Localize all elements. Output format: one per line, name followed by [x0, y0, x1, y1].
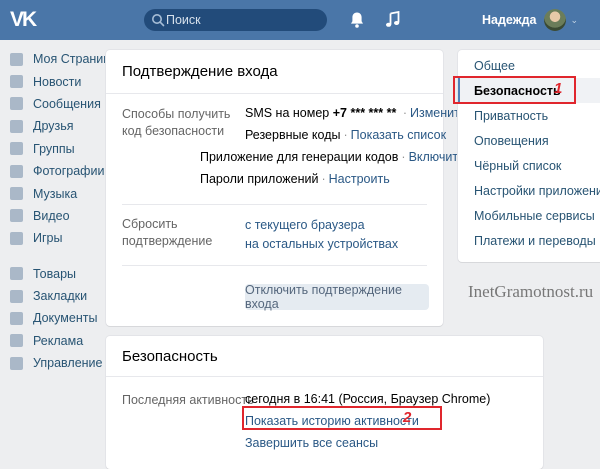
- passwords-text: Пароли приложений: [200, 172, 319, 186]
- annotation-number-2: 2: [403, 409, 412, 426]
- show-list-link[interactable]: Показать список: [351, 128, 446, 142]
- nav-item-messages[interactable]: Сообщения: [10, 93, 101, 115]
- last-activity-value: сегодня в 16:41 (Россия, Браузер Chrome): [245, 392, 491, 406]
- sms-text: SMS на номер: [245, 106, 330, 120]
- documents-icon: [10, 311, 23, 325]
- nav-item-label: Моя Страница: [33, 52, 118, 67]
- nav-item-bookmarks[interactable]: Закладки: [10, 285, 100, 307]
- nav-separator: [10, 250, 100, 263]
- end-all-sessions-link[interactable]: Завершить все сеансы: [245, 436, 378, 450]
- last-activity-label: Последняя активность: [122, 393, 254, 407]
- methods-label: Способы получить код безопасности: [122, 107, 231, 138]
- divider: [122, 204, 427, 205]
- nav-item-games[interactable]: Игры: [10, 227, 100, 249]
- dot-separator: ·: [343, 128, 348, 142]
- enable-link[interactable]: Включить: [409, 150, 465, 164]
- code-app-row: Приложение для генерации кодов · Включить: [200, 150, 465, 164]
- menu-item-payments[interactable]: Платежи и переводы: [458, 228, 600, 253]
- nav-item-label: Сообщения: [33, 96, 101, 111]
- goods-icon: [10, 267, 23, 281]
- music-icon[interactable]: [385, 11, 401, 29]
- dot-separator: ·: [321, 172, 326, 186]
- nav-item-news[interactable]: Новости: [10, 70, 100, 92]
- nav-item-label: Друзья: [33, 119, 74, 134]
- divider: [106, 376, 543, 377]
- nav-item-label: Документы: [33, 311, 98, 326]
- divider: [122, 265, 427, 266]
- messages-icon: [10, 97, 23, 111]
- section-title: Подтверждение входа: [122, 63, 278, 80]
- divider: [106, 93, 443, 94]
- annotation-box-history-link: [242, 406, 442, 430]
- reset-label: Сбросить подтверждение: [122, 217, 213, 248]
- nav-item-ads[interactable]: Реклама: [10, 330, 100, 352]
- nav-item-groups[interactable]: Группы: [10, 138, 100, 160]
- reset-devices-link[interactable]: на остальных устройствах: [245, 237, 398, 251]
- news-icon: [10, 75, 23, 89]
- security-card: Безопасность Последняя активность сегодн…: [106, 336, 543, 469]
- nav-item-video[interactable]: Видео: [10, 205, 100, 227]
- nav-item-friends[interactable]: Друзья: [10, 115, 100, 137]
- nav-item-label: Закладки: [33, 289, 88, 304]
- avatar: [544, 9, 567, 31]
- dot-separator: ·: [401, 150, 406, 164]
- user-menu[interactable]: Надежда ⌄: [482, 0, 578, 40]
- nav-item-manage[interactable]: Управление: [10, 352, 103, 374]
- backup-codes-row: Резервные коды · Показать список: [245, 128, 446, 142]
- music-icon: [10, 187, 23, 201]
- home-icon: [10, 52, 23, 66]
- search-input[interactable]: [166, 9, 321, 31]
- nav-item-my-page[interactable]: Моя Страница: [10, 48, 117, 70]
- nav-item-label: Группы: [33, 141, 75, 156]
- nav-item-documents[interactable]: Документы: [10, 307, 100, 329]
- nav-item-goods[interactable]: Товары: [10, 263, 100, 285]
- sms-phone: +7 *** *** **: [332, 106, 397, 120]
- login-confirmation-card: Подтверждение входа Способы получить код…: [106, 50, 466, 326]
- nav-item-label: Реклама: [33, 333, 84, 348]
- app-text: Приложение для генерации кодов: [200, 150, 399, 164]
- nav-item-label: Управление: [33, 356, 103, 371]
- games-icon: [10, 231, 23, 245]
- groups-icon: [10, 142, 23, 156]
- photos-icon: [10, 164, 23, 178]
- menu-item-mobile-services[interactable]: Мобильные сервисы: [458, 203, 600, 228]
- nav-item-photos[interactable]: Фотографии: [10, 160, 104, 182]
- annotation-number-1: 1: [554, 80, 563, 97]
- nav-item-label: Игры: [33, 231, 63, 246]
- user-name: Надежда: [482, 13, 537, 27]
- search-icon: [152, 14, 165, 27]
- bookmarks-icon: [10, 289, 23, 303]
- menu-item-general[interactable]: Общее: [458, 53, 600, 78]
- nav-item-label: Фотографии: [33, 164, 105, 179]
- configure-link[interactable]: Настроить: [329, 172, 390, 186]
- top-header: VK Надежда ⌄: [0, 0, 600, 40]
- reset-browser-link[interactable]: с текущего браузера: [245, 218, 365, 232]
- menu-item-app-settings[interactable]: Настройки приложений: [458, 178, 600, 203]
- left-navigation: Моя Страница Новости Сообщения Друзья Гр…: [10, 48, 117, 374]
- disable-confirmation-button[interactable]: Отключить подтверждение входа: [245, 283, 429, 311]
- bell-icon[interactable]: [349, 11, 365, 29]
- sms-row: SMS на номер +7 *** *** ** · Изменить: [245, 106, 466, 120]
- menu-item-blacklist[interactable]: Чёрный список: [458, 153, 600, 178]
- nav-item-label: Видео: [33, 208, 70, 223]
- video-icon: [10, 209, 23, 223]
- nav-item-label: Музыка: [33, 186, 78, 201]
- nav-item-label: Товары: [33, 266, 76, 281]
- section-title: Безопасность: [122, 348, 218, 365]
- nav-item-label: Новости: [33, 74, 82, 89]
- search-box[interactable]: [144, 9, 327, 31]
- nav-item-music[interactable]: Музыка: [10, 182, 100, 204]
- backup-text: Резервные коды: [245, 128, 341, 142]
- menu-item-notifications[interactable]: Оповещения: [458, 128, 600, 153]
- menu-item-privacy[interactable]: Приватность: [458, 103, 600, 128]
- manage-icon: [10, 356, 23, 370]
- chevron-down-icon: ⌄: [570, 14, 578, 25]
- vk-logo[interactable]: VK: [10, 8, 38, 32]
- friends-icon: [10, 119, 23, 133]
- watermark: InetGramotnost.ru: [468, 282, 594, 301]
- app-passwords-row: Пароли приложений · Настроить: [200, 172, 390, 186]
- dot-separator: ·: [402, 106, 407, 120]
- ads-icon: [10, 334, 23, 348]
